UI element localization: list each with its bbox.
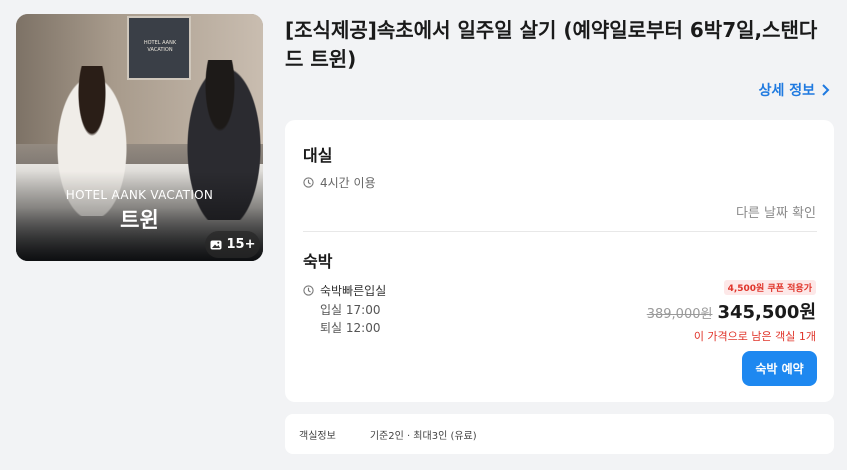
book-stay-button[interactable]: 숙박 예약: [742, 351, 817, 386]
dayuse-title: 대실: [303, 146, 333, 165]
checkin-time: 입실 17:00: [320, 303, 381, 317]
wall-frame: HOTEL AANK VACATION: [127, 16, 191, 80]
detail-info-link[interactable]: 상세 정보: [759, 80, 830, 100]
photo-hotel-name: HOTEL AANK VACATION: [65, 188, 214, 202]
photo-count: 15+: [226, 237, 256, 252]
stay-option: 숙박빠른입실: [320, 284, 387, 298]
checkout-time: 퇴실 12:00: [320, 321, 381, 335]
room-photo[interactable]: HOTEL AANK VACATION HOTEL AANK VACATION …: [16, 14, 263, 261]
coupon-badge: 4,500원 쿠폰 적용가: [723, 280, 816, 295]
chevron-right-icon: [822, 84, 830, 96]
price-row: 389,000원 345,500원: [647, 298, 816, 324]
section-divider: [303, 231, 817, 232]
original-price: 389,000원: [646, 307, 713, 322]
room-info-value: 기준2인 · 최대3인 (유료): [369, 430, 477, 442]
photo-count-badge[interactable]: 15+: [205, 231, 260, 258]
room-info-label: 객실정보: [299, 430, 336, 442]
stay-option-row: 숙박빠른입실: [303, 282, 386, 299]
clock-icon: [303, 285, 314, 296]
detail-info-label: 상세 정보: [758, 83, 815, 99]
frame-text: HOTEL AANK VACATION: [143, 40, 177, 53]
product-title: [조식제공]속초에서 일주일 살기 (예약일로부터 6박7일,스탠다드 트윈): [285, 18, 818, 71]
stay-title: 숙박: [303, 252, 333, 271]
image-icon: [210, 240, 221, 249]
other-date-link[interactable]: 다른 날짜 확인: [736, 202, 816, 221]
remaining-rooms: 이 가격으로 남은 객실 1개: [693, 330, 816, 343]
clock-icon: [303, 177, 314, 188]
booking-card: 대실 4시간 이용 다른 날짜 확인 숙박 숙박빠른입실 입실 17:00 퇴실…: [285, 120, 834, 402]
dayuse-duration: 4시간 이용: [320, 176, 376, 190]
photo-room-type: 트윈: [120, 208, 159, 232]
dayuse-duration-row: 4시간 이용: [303, 174, 376, 191]
final-price: 345,500원: [717, 302, 816, 323]
room-info-card: 객실정보 기준2인 · 최대3인 (유료): [285, 414, 834, 454]
